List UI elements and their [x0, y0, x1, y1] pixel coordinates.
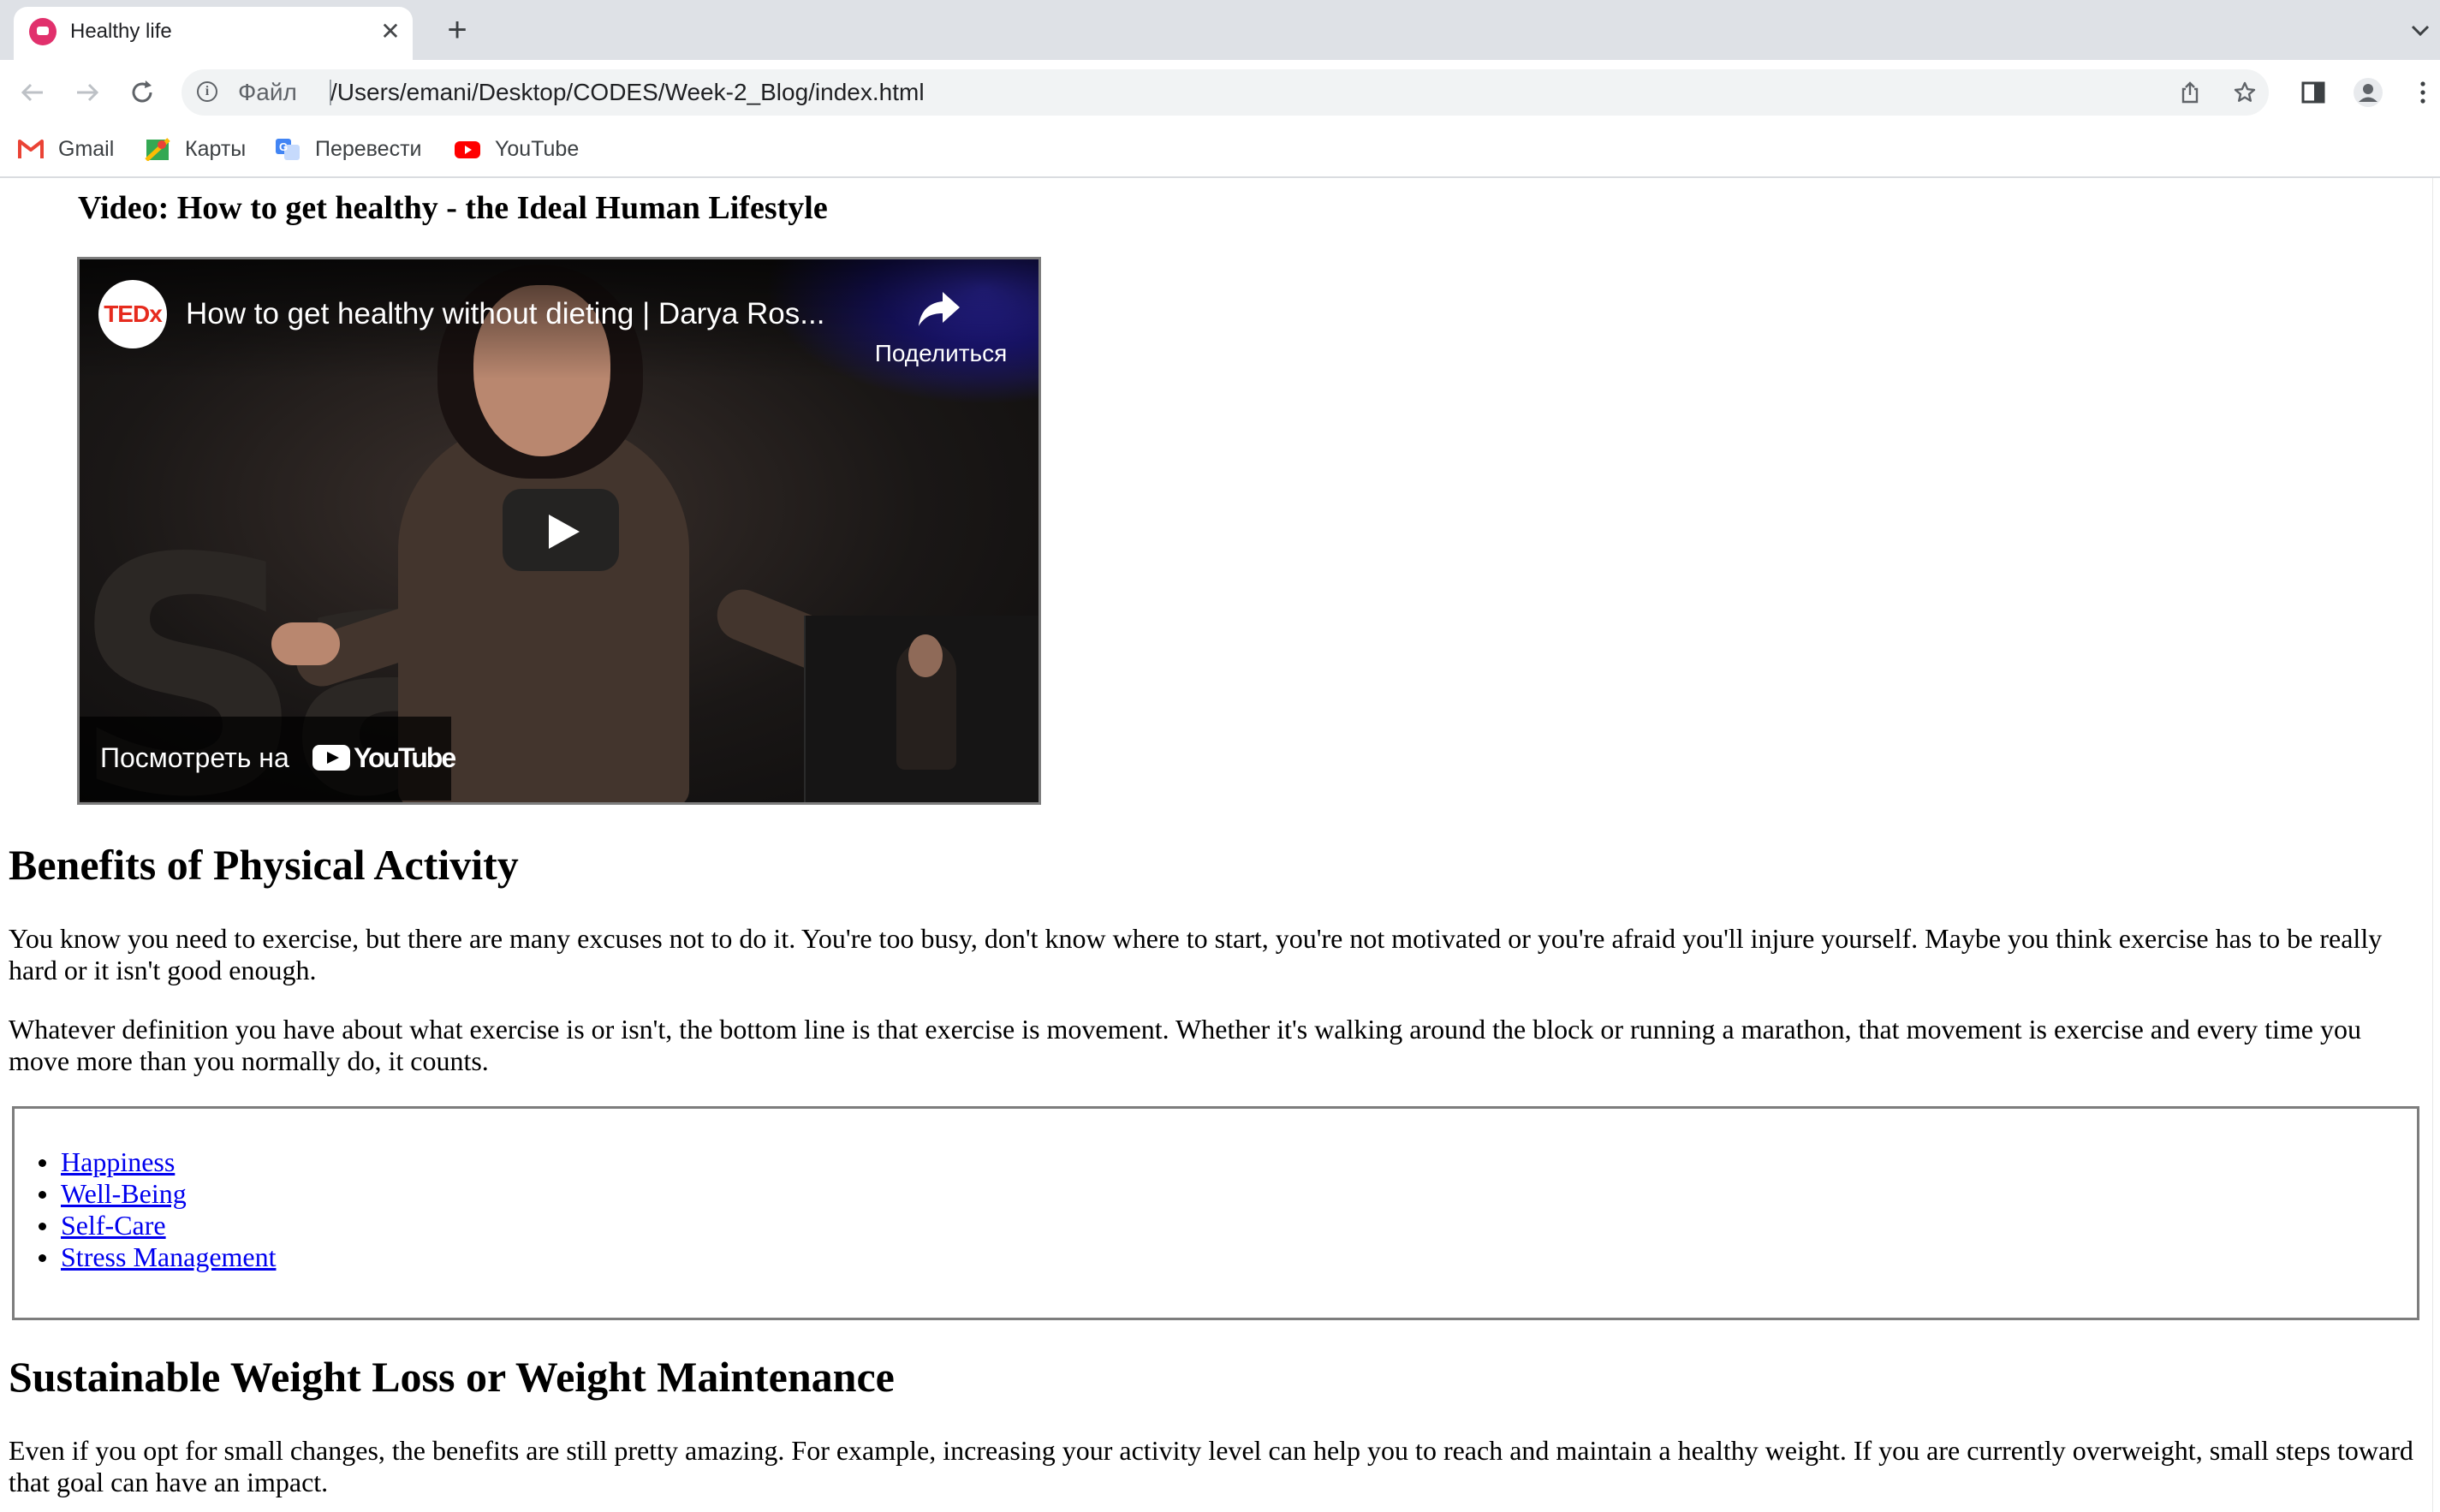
youtube-icon: [455, 141, 480, 158]
youtube-embed[interactable]: Sa TEDx How to get healthy without dieti…: [77, 257, 1041, 805]
video-title[interactable]: How to get healthy without dieting | Dar…: [186, 297, 824, 331]
paragraph: You know you need to exercise, but there…: [9, 923, 2383, 985]
tab-healthy-life[interactable]: Healthy life ✕: [14, 7, 413, 60]
tab-strip: Healthy life ✕ +: [0, 0, 2440, 60]
link-stress-management[interactable]: Stress Management: [61, 1241, 277, 1272]
info-icon[interactable]: i: [197, 81, 217, 102]
section-heading-physical-activity: Benefits of Physical Activity: [9, 841, 519, 889]
bookmark-label: Gmail: [58, 137, 115, 161]
scheme-label: Файл: [238, 79, 297, 105]
link-well-being[interactable]: Well-Being: [61, 1178, 187, 1209]
speaker-hand: [271, 622, 340, 665]
share-button[interactable]: Поделиться: [864, 282, 1018, 376]
page-scrollbar[interactable]: [2432, 178, 2440, 1512]
interpreter-face: [908, 634, 943, 677]
paragraph: Whatever definition you have about what …: [9, 1014, 2361, 1076]
list-item: Self-Care: [39, 1210, 277, 1241]
profile-avatar-icon[interactable]: [2351, 75, 2385, 110]
tab-title: Healthy life: [70, 20, 172, 43]
maps-icon: [145, 138, 170, 161]
gmail-icon: [18, 140, 44, 158]
share-icon[interactable]: [2178, 80, 2202, 104]
sign-language-inset: [804, 616, 1038, 802]
section-heading-weight: Sustainable Weight Loss or Weight Mainte…: [9, 1353, 895, 1401]
list-item: Stress Management: [39, 1241, 277, 1273]
svg-text:G: G: [279, 140, 288, 153]
chevron-down-icon[interactable]: [2407, 17, 2433, 43]
topic-links-list: Happiness Well-Being Self-Care Stress Ma…: [39, 1146, 277, 1273]
bookmark-star-icon[interactable]: [2233, 80, 2257, 104]
watch-on-youtube-button[interactable]: Посмотреть на YouTube: [80, 717, 456, 801]
topic-links-box: Happiness Well-Being Self-Care Stress Ma…: [12, 1106, 2419, 1320]
reload-icon[interactable]: [125, 75, 159, 110]
watch-on-label: Посмотреть на: [100, 742, 289, 773]
menu-kebab-icon[interactable]: [2406, 75, 2440, 110]
back-arrow-icon[interactable]: [15, 75, 50, 110]
paragraph: Even if you opt for small changes, the b…: [9, 1435, 2413, 1497]
share-arrow-icon: [919, 292, 960, 326]
tedx-channel-logo[interactable]: TEDx: [98, 280, 167, 348]
side-panel-icon[interactable]: [2296, 75, 2330, 110]
page-content: Video: How to get healthy - the Ideal Hu…: [0, 178, 2440, 1512]
new-tab-button[interactable]: +: [440, 13, 474, 48]
youtube-play-icon: [312, 745, 350, 771]
favicon-icon: [29, 18, 57, 45]
share-label: Поделиться: [874, 340, 1008, 366]
bookmark-label: YouTube: [495, 137, 580, 161]
translate-icon: G: [276, 139, 300, 160]
play-button[interactable]: [503, 489, 619, 571]
tab-close-icon[interactable]: ✕: [377, 18, 404, 45]
link-happiness[interactable]: Happiness: [61, 1146, 175, 1177]
link-self-care[interactable]: Self-Care: [61, 1210, 166, 1241]
url-text[interactable]: /Users/emani/Desktop/CODES/Week-2_Blog/i…: [330, 80, 925, 105]
address-bar[interactable]: i Файл /Users/emani/Desktop/CODES/Week-2…: [182, 69, 2269, 116]
forward-arrow-icon[interactable]: [70, 75, 104, 110]
video-heading: Video: How to get healthy - the Ideal Hu…: [78, 190, 828, 226]
list-item: Happiness: [39, 1146, 277, 1178]
toolbar: i Файл /Users/emani/Desktop/CODES/Week-2…: [0, 60, 2440, 123]
bookmark-label: Перевести: [315, 137, 422, 161]
youtube-logo: YouTube: [312, 742, 456, 773]
list-item: Well-Being: [39, 1178, 277, 1210]
bookmark-label: Карты: [185, 137, 247, 161]
bookmarks-bar: Gmail Карты G Перевести YouTube: [0, 123, 2440, 178]
youtube-wordmark: YouTube: [354, 742, 456, 773]
